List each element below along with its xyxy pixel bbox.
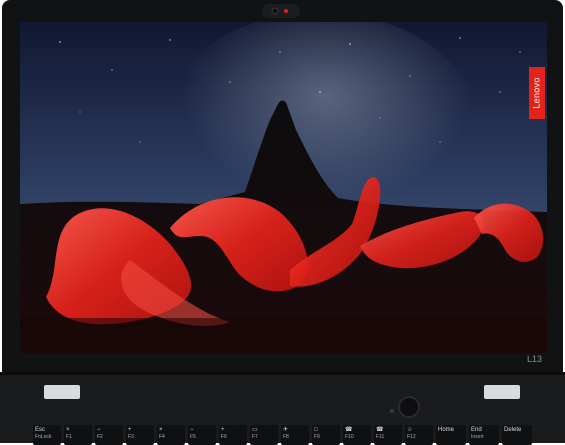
keyboard-function-row: Esc FnLock × F1 − F2 + F3 × F4 − F5 + F6 ▭ F7 ✈ F… [33,425,543,445]
key-f6[interactable]: + F6 [219,425,247,445]
key-delete[interactable]: Delete [502,425,532,445]
key-f11[interactable]: ☎ F11 [374,425,402,445]
power-button[interactable] [400,398,418,416]
key-f8[interactable]: ✈ F8 [281,425,309,445]
hinge-edge [0,372,565,375]
ground-reflection [20,318,547,353]
key-end[interactable]: End Insert [469,425,499,445]
lenovo-logo: Lenovo [529,67,545,119]
wallpaper-image [20,22,547,353]
model-label: L13 [527,354,543,364]
webcam-icon [271,7,279,15]
display-screen [20,22,547,353]
hinge-right [484,385,520,399]
key-f9[interactable]: □ F9 [312,425,340,445]
laptop: Lenovo L13 Esc FnLock × F1 − F2 + F3 × F4 − F5… [0,0,565,445]
key-f2[interactable]: − F2 [95,425,123,445]
status-led [390,409,394,413]
key-home[interactable]: Home [436,425,466,445]
key-esc[interactable]: Esc FnLock [33,425,61,445]
key-f4[interactable]: × F4 [157,425,185,445]
webcam-indicator-light [284,9,288,13]
webcam-shutter [262,4,300,18]
key-f7[interactable]: ▭ F7 [250,425,278,445]
hinge-left [44,385,80,399]
key-f3[interactable]: + F3 [126,425,154,445]
lenovo-logo-text: Lenovo [532,77,543,109]
key-f12[interactable]: ☆ F12 [405,425,433,445]
key-f10[interactable]: ☎ F10 [343,425,371,445]
key-f1[interactable]: × F1 [64,425,92,445]
key-f5[interactable]: − F5 [188,425,216,445]
